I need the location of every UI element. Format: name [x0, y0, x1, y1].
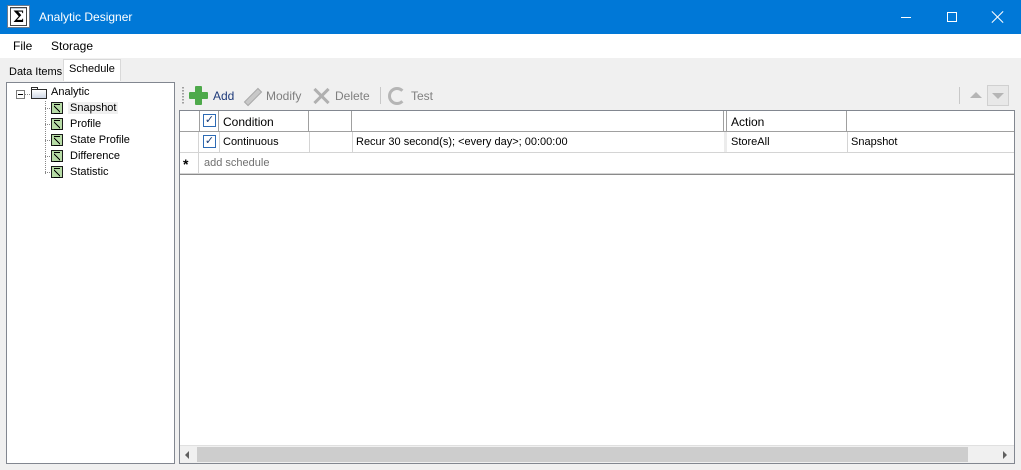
- minimize-button[interactable]: [883, 0, 929, 34]
- cell-schedule[interactable]: Recur 30 second(s); <every day>; 00:00:0…: [352, 132, 568, 152]
- tree-item-difference[interactable]: Difference: [70, 150, 120, 162]
- menu-file[interactable]: File: [13, 39, 32, 53]
- pencil-icon: [243, 88, 261, 106]
- tab-data-items[interactable]: Data Items: [3, 62, 68, 80]
- schedule-toolbar: Add Modify Delete Test: [179, 84, 1015, 108]
- delete-label: Delete: [335, 89, 370, 103]
- column-header-target[interactable]: [847, 111, 1014, 131]
- scroll-left-icon[interactable]: [180, 446, 197, 463]
- new-row-header[interactable]: *: [180, 153, 199, 173]
- modify-label: Modify: [266, 89, 302, 103]
- test-button[interactable]: Test: [388, 86, 436, 106]
- cell-action[interactable]: StoreAll: [727, 132, 770, 152]
- table-row[interactable]: ✓ Continuous Recur 30 second(s); <every …: [180, 132, 1014, 153]
- snapshot-node-icon: [51, 102, 63, 114]
- menu-storage[interactable]: Storage: [51, 39, 93, 53]
- delete-x-icon: [312, 87, 330, 105]
- state-profile-node-icon: [51, 134, 63, 146]
- close-icon: [992, 11, 1004, 23]
- tree-item-snapshot[interactable]: Snapshot: [68, 102, 119, 114]
- statistic-node-icon: [51, 166, 63, 178]
- app-sigma-icon: Σ: [7, 5, 30, 28]
- grid-divider: [180, 174, 1014, 175]
- row-enabled-checkbox[interactable]: ✓: [203, 135, 216, 148]
- delete-button[interactable]: Delete: [312, 86, 372, 106]
- column-header-2[interactable]: [309, 111, 352, 131]
- maximize-button[interactable]: [929, 0, 975, 34]
- analytic-tree[interactable]: Analytic Snapshot Profile State Profile …: [6, 82, 175, 464]
- tree-root-label[interactable]: Analytic: [51, 86, 90, 98]
- scroll-right-icon[interactable]: [996, 446, 1013, 463]
- toolbar-grip[interactable]: [182, 87, 184, 104]
- add-button[interactable]: Add: [189, 86, 237, 106]
- refresh-icon: [388, 87, 406, 105]
- collapse-toggle-icon[interactable]: [16, 90, 25, 99]
- select-all-checkbox[interactable]: ✓: [203, 114, 216, 127]
- close-button[interactable]: [975, 0, 1021, 34]
- add-label: Add: [213, 89, 235, 103]
- grid-header: ✓ Condition Action: [180, 111, 1014, 132]
- row-header[interactable]: [180, 132, 199, 152]
- header-rowhead: [180, 111, 200, 131]
- folder-icon: [31, 87, 47, 99]
- header-checkbox-cell: ✓: [200, 111, 219, 131]
- test-label: Test: [411, 89, 434, 103]
- menu-bar: File Storage: [0, 34, 1021, 58]
- column-header-schedule[interactable]: [352, 111, 724, 131]
- maximize-icon: [947, 12, 957, 22]
- move-down-icon: [992, 93, 1004, 99]
- move-up-icon[interactable]: [970, 92, 982, 98]
- column-header-action[interactable]: Action: [727, 111, 847, 131]
- tab-schedule[interactable]: Schedule: [63, 59, 121, 81]
- modify-button[interactable]: Modify: [243, 86, 307, 106]
- window-title: Analytic Designer: [39, 10, 133, 24]
- toolbar-separator: [380, 87, 381, 104]
- tree-item-state-profile[interactable]: State Profile: [70, 134, 130, 146]
- tree-item-statistic[interactable]: Statistic: [70, 166, 109, 178]
- schedule-grid[interactable]: ✓ Condition Action ✓ Continuous Recur 30…: [179, 110, 1015, 464]
- cell-col2[interactable]: [309, 132, 313, 152]
- plus-icon: [189, 86, 208, 105]
- difference-node-icon: [51, 150, 63, 162]
- add-schedule-placeholder[interactable]: add schedule: [200, 153, 269, 173]
- title-bar: Σ Analytic Designer: [0, 0, 1021, 34]
- cell-target[interactable]: Snapshot: [847, 132, 897, 152]
- cell-condition[interactable]: Continuous: [219, 132, 279, 152]
- new-row[interactable]: * add schedule: [180, 153, 1014, 174]
- column-header-condition[interactable]: Condition: [219, 111, 309, 131]
- move-down-button[interactable]: [987, 85, 1009, 106]
- scrollbar-thumb[interactable]: [197, 447, 968, 462]
- new-row-marker: *: [183, 156, 189, 172]
- tree-item-profile[interactable]: Profile: [70, 118, 101, 130]
- toolbar-separator: [959, 87, 960, 104]
- profile-node-icon: [51, 118, 63, 130]
- tree-connector: [45, 101, 46, 174]
- horizontal-scrollbar[interactable]: [180, 445, 1014, 463]
- minimize-icon: [901, 16, 911, 18]
